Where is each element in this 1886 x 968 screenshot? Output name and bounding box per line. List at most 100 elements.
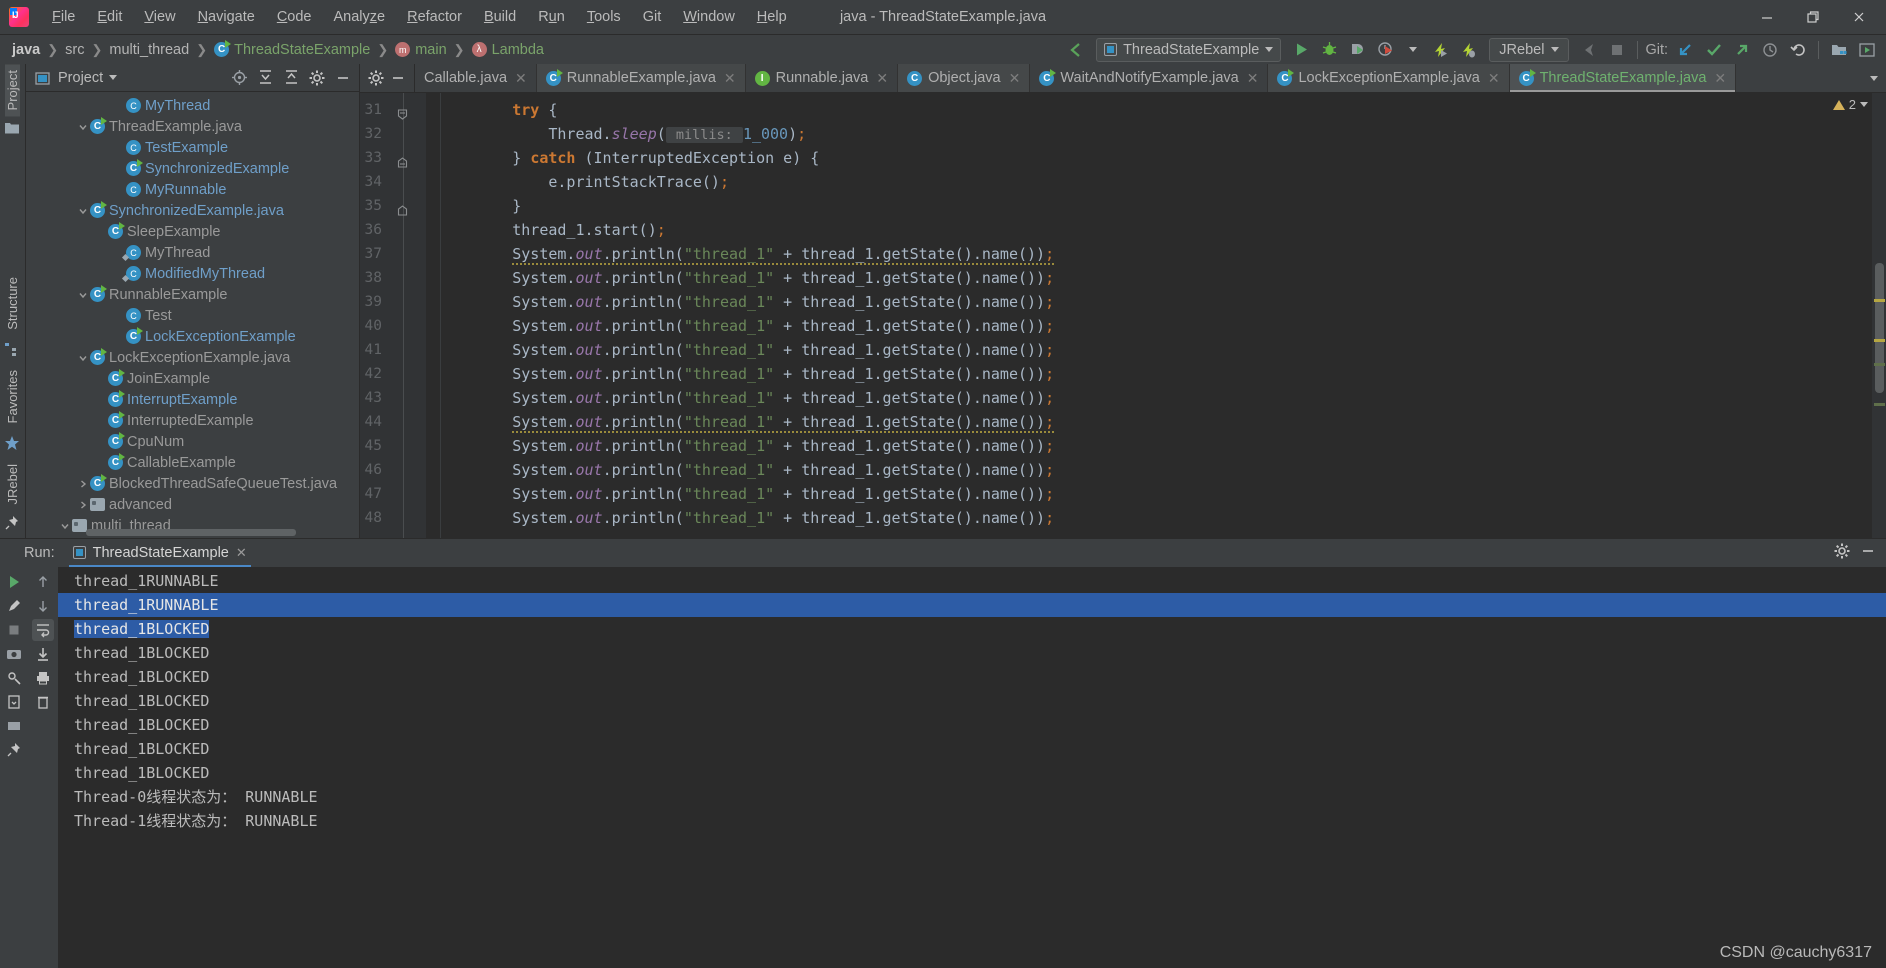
- breadcrumb-item-multi-thread[interactable]: multi_thread: [105, 40, 193, 60]
- tree-node[interactable]: C LockExceptionExample.java: [26, 347, 359, 368]
- editor-scroll-thumb[interactable]: [1875, 263, 1884, 393]
- code-line[interactable]: System.out.println("thread_1" + thread_1…: [426, 458, 1872, 482]
- grid-icon[interactable]: [3, 715, 25, 737]
- camera-icon[interactable]: [3, 643, 25, 665]
- menu-item-view[interactable]: View: [133, 5, 186, 29]
- jrebel-selector[interactable]: JRebel: [1489, 37, 1570, 62]
- menu-item-build[interactable]: Build: [473, 5, 527, 29]
- tool-window-button-jrebel[interactable]: JRebel: [5, 458, 20, 510]
- clear-all-icon[interactable]: [32, 691, 54, 713]
- console-line[interactable]: thread_1RUNNABLE: [58, 569, 1886, 593]
- stop-icon[interactable]: [3, 619, 25, 641]
- editor-tab-callable-java[interactable]: Callable.java ✕: [415, 64, 537, 92]
- inspection-status-badge[interactable]: 2: [1832, 97, 1868, 112]
- console-line[interactable]: thread_1BLOCKED: [58, 713, 1886, 737]
- pin-icon[interactable]: [3, 739, 25, 761]
- breadcrumb-item-lambda[interactable]: λ Lambda: [468, 40, 548, 60]
- tree-node[interactable]: C InterruptedExample: [26, 410, 359, 431]
- tree-node[interactable]: C TestExample: [26, 137, 359, 158]
- editor-tab-runnable-java[interactable]: I Runnable.java ✕: [745, 64, 899, 92]
- breadcrumb-item-src[interactable]: src: [61, 40, 88, 60]
- tree-node[interactable]: C BlockedThreadSafeQueueTest.java: [26, 473, 359, 494]
- debug-icon[interactable]: [1316, 38, 1342, 62]
- tree-node[interactable]: C ModifiedMyThread: [26, 263, 359, 284]
- locate-file-icon[interactable]: [229, 68, 249, 88]
- menu-item-git[interactable]: Git: [632, 5, 673, 29]
- code-line[interactable]: System.out.println("thread_1" + thread_1…: [426, 338, 1872, 362]
- close-button[interactable]: [1836, 2, 1882, 32]
- scroll-down-icon[interactable]: [32, 595, 54, 617]
- menu-item-analyze[interactable]: Analyze: [323, 5, 397, 29]
- editor-tab-threadstateexample-java[interactable]: C ThreadStateExample.java ✕: [1509, 64, 1737, 92]
- tree-node[interactable]: advanced: [26, 494, 359, 515]
- code-line[interactable]: System.out.println("thread_1" + thread_1…: [426, 362, 1872, 386]
- expand-all-icon[interactable]: [255, 68, 275, 88]
- close-icon[interactable]: ✕: [1247, 70, 1259, 87]
- close-icon[interactable]: ✕: [236, 545, 247, 561]
- jrebel-debug-icon[interactable]: [1456, 38, 1482, 62]
- menu-item-window[interactable]: Window: [672, 5, 746, 29]
- code-line[interactable]: Thread.sleep( millis: 1_000);: [426, 122, 1872, 146]
- menu-item-file[interactable]: File: [41, 5, 86, 29]
- editor-tab-object-java[interactable]: C Object.java ✕: [898, 64, 1031, 92]
- code-fold-icon[interactable]: [397, 200, 408, 216]
- editor-scrollbar-gutter[interactable]: [1872, 93, 1886, 538]
- chevron-down-icon[interactable]: [58, 519, 72, 533]
- chevron-right-icon[interactable]: [76, 498, 90, 512]
- editor-tab-lockexceptionexample-java[interactable]: C LockExceptionExample.java ✕: [1268, 64, 1510, 92]
- star-icon[interactable]: [4, 435, 22, 453]
- chevron-down-icon[interactable]: [76, 204, 90, 218]
- structure-icon[interactable]: [4, 341, 22, 359]
- run-icon[interactable]: [1288, 38, 1314, 62]
- menu-item-run[interactable]: Run: [527, 5, 576, 29]
- attach-icon[interactable]: [1576, 38, 1602, 62]
- chevron-down-icon[interactable]: [76, 288, 90, 302]
- close-icon[interactable]: ✕: [876, 70, 888, 87]
- tree-node[interactable]: C MyThread: [26, 95, 359, 116]
- edit-configuration-icon[interactable]: [3, 595, 25, 617]
- code-line[interactable]: }: [426, 194, 1872, 218]
- settings-icon[interactable]: [3, 667, 25, 689]
- code-line[interactable]: try {: [426, 98, 1872, 122]
- tree-node[interactable]: C Test: [26, 305, 359, 326]
- close-icon[interactable]: ✕: [1009, 70, 1021, 87]
- project-tree[interactable]: C MyThread C ThreadExample.java C TestExample…: [26, 92, 359, 538]
- more-icon[interactable]: [1854, 38, 1880, 62]
- soft-wrap-icon[interactable]: [32, 619, 54, 641]
- restore-button[interactable]: [1790, 2, 1836, 32]
- code-line[interactable]: System.out.println("thread_1" + thread_1…: [426, 434, 1872, 458]
- chevron-down-icon[interactable]: [76, 120, 90, 134]
- profiler-dropdown-icon[interactable]: [1400, 38, 1426, 62]
- tree-node[interactable]: C MyThread: [26, 242, 359, 263]
- export-icon[interactable]: [3, 691, 25, 713]
- breadcrumb-item-main[interactable]: m main: [391, 40, 450, 60]
- close-icon[interactable]: ✕: [724, 70, 736, 87]
- tree-node[interactable]: C LockExceptionExample: [26, 326, 359, 347]
- menu-item-help[interactable]: Help: [746, 5, 798, 29]
- editor-tab-overflow[interactable]: [1862, 64, 1886, 92]
- code-line[interactable]: System.out.println("thread_1" + thread_1…: [426, 482, 1872, 506]
- code-line[interactable]: System.out.println("thread_1" + thread_1…: [426, 242, 1872, 266]
- editor-tabs[interactable]: Callable.java ✕ C RunnableExample.java ✕ I Run…: [415, 64, 1737, 92]
- code-line[interactable]: System.out.println("thread_1" + thread_1…: [426, 266, 1872, 290]
- console-line[interactable]: thread_1BLOCKED: [58, 737, 1886, 761]
- tree-node[interactable]: C ThreadExample.java: [26, 116, 359, 137]
- editor-tab-runnableexample-java[interactable]: C RunnableExample.java ✕: [536, 64, 746, 92]
- tree-node[interactable]: C JoinExample: [26, 368, 359, 389]
- code-line[interactable]: thread_1.start();: [426, 218, 1872, 242]
- menu-bar[interactable]: File Edit View Navigate Code Analyze Refactor B…: [41, 5, 798, 29]
- tree-horizontal-scrollbar[interactable]: [86, 529, 296, 536]
- console-line[interactable]: thread_1RUNNABLE: [58, 593, 1886, 617]
- console-line[interactable]: Thread-0线程状态为： RUNNABLE: [58, 785, 1886, 809]
- tool-window-button-structure[interactable]: Structure: [5, 271, 20, 336]
- stop-icon[interactable]: [1604, 38, 1630, 62]
- menu-item-code[interactable]: Code: [266, 5, 323, 29]
- breadcrumb-item-threadstateexample[interactable]: C ThreadStateExample: [210, 40, 374, 60]
- breadcrumb[interactable]: java ❯ src ❯ multi_thread ❯ C ThreadStateExampl…: [8, 40, 548, 60]
- tool-window-button-project[interactable]: Project: [5, 64, 20, 117]
- editor-tab-waitandnotifyexample-java[interactable]: C WaitAndNotifyExample.java ✕: [1030, 64, 1269, 92]
- console-line[interactable]: thread_1BLOCKED: [58, 641, 1886, 665]
- breadcrumb-item-java[interactable]: java: [8, 40, 44, 60]
- close-icon[interactable]: ✕: [515, 70, 527, 87]
- rollback-icon[interactable]: [1785, 38, 1811, 62]
